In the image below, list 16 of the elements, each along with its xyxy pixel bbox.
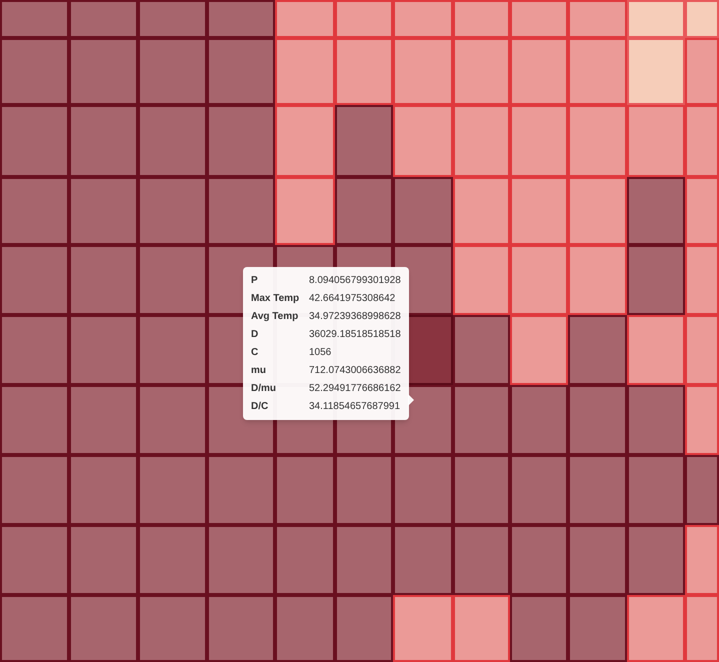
tooltip-value: 36029.18518518518	[309, 328, 401, 342]
tooltip-label: C	[251, 346, 260, 360]
tooltip-label: D/mu	[251, 382, 277, 396]
tooltip-label: P	[251, 274, 259, 288]
tooltip-value: 42.6641975308642	[309, 292, 396, 306]
tooltip-label: D	[251, 328, 260, 342]
tooltip-value: 8.094056799301928	[309, 274, 401, 288]
tooltip-value: 52.29491776686162	[309, 382, 401, 396]
tooltip-label: D/C	[251, 400, 270, 414]
tooltip-value: 712.0743006636882	[309, 364, 401, 378]
tooltip-value: 1056	[309, 346, 332, 360]
tooltip-label: Avg Temp	[251, 310, 300, 324]
tooltip-label: mu	[251, 364, 267, 378]
tooltip-label: Max Temp	[251, 292, 300, 306]
tooltip-value: 34.11854657687991	[309, 400, 400, 414]
tooltip-value: 34.97239368998628	[309, 310, 401, 324]
